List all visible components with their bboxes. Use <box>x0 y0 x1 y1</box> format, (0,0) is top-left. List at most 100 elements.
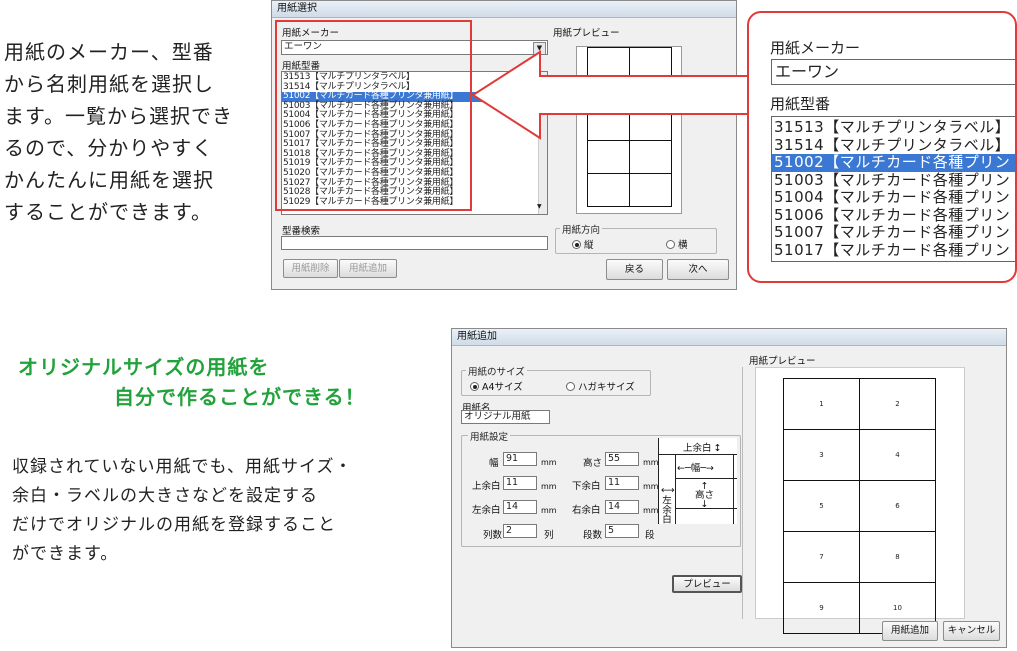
zoom-model-list: 31513【マルチプリンタラベル】 31514【マルチプリンタラベル】 51002【… <box>771 116 1015 262</box>
settings-group-label: 用紙設定 <box>468 429 511 443</box>
unit-label: mm <box>643 506 659 515</box>
zoom-list-item: 51004【マルチカード各種プリン <box>774 188 1011 206</box>
height-input[interactable]: 55 <box>605 452 639 466</box>
rows-unit: 段 <box>645 530 655 541</box>
paper-name-input[interactable]: オリジナル用紙 <box>461 410 550 424</box>
cell-number: 3 <box>819 451 824 459</box>
left-margin-input[interactable]: 14 <box>503 500 537 514</box>
bottom-margin-input[interactable]: 11 <box>605 476 639 490</box>
diagram-width-label: ←─幅─→ <box>677 463 714 474</box>
zoom-maker-label: 用紙メーカー <box>770 39 861 57</box>
cell-number: 7 <box>819 553 824 561</box>
search-label: 型番検索 <box>282 226 321 237</box>
top-margin-label: 上余白 <box>472 481 501 492</box>
size-group-label: 用紙のサイズ <box>466 364 527 378</box>
diagram-hline <box>675 478 737 479</box>
zoom-list-item: 31513【マルチプリンタラベル】 <box>774 118 1011 136</box>
diagram-top-label: 上余白 ↕ <box>683 443 722 454</box>
unit-label: mm <box>541 458 557 467</box>
bottom-margin-label: 下余白 <box>572 481 601 492</box>
preview-cell: 3 <box>783 429 860 481</box>
width-label: 幅 <box>489 458 499 469</box>
zoom-list-item: 51002【マルチカード各種プリン <box>772 153 1015 172</box>
scroll-down-icon[interactable]: ▼ <box>537 203 542 210</box>
width-input[interactable]: 91 <box>503 452 537 466</box>
cell-number: 1 <box>819 400 824 408</box>
zoom-list-item: 51003【マルチカード各種プリン <box>774 170 1011 189</box>
preview-label: 用紙プレビュー <box>553 28 620 39</box>
rows-input[interactable]: 5 <box>605 524 639 538</box>
back-button[interactable]: 戻る <box>606 259 663 280</box>
diagram-height-label: ↑ 高さ ↓ <box>695 481 715 510</box>
portrait-radio[interactable]: 縦 <box>572 237 594 251</box>
rows-label: 段数 <box>583 530 603 541</box>
columns-input[interactable]: 2 <box>503 524 537 538</box>
dialog-title: 用紙選択 <box>272 1 736 18</box>
unit-label: mm <box>643 458 659 467</box>
size-group: 用紙のサイズ A4サイズ ハガキサイズ <box>461 364 651 396</box>
preview-cell: 5 <box>783 480 860 532</box>
columns-unit: 列 <box>544 530 554 541</box>
arrow-updown-icon: ↕ <box>713 443 722 454</box>
add-paper-confirm-button[interactable]: 用紙追加 <box>882 621 938 641</box>
arrow-icon <box>471 50 760 140</box>
delete-paper-button[interactable]: 用紙削除 <box>283 259 338 278</box>
radio-checked-icon <box>572 240 581 249</box>
add-paper-button[interactable]: 用紙追加 <box>339 259 397 278</box>
next-button[interactable]: 次へ <box>667 259 729 280</box>
cell-number: 6 <box>895 502 900 510</box>
preview-cell: 2 <box>859 378 936 430</box>
cell-number: 10 <box>893 604 902 612</box>
diagram-left-label: ⟷ 左余白 <box>660 485 675 524</box>
unit-label: mm <box>541 506 557 515</box>
a4-radio[interactable]: A4サイズ <box>470 379 523 393</box>
left-margin-label: 左余白 <box>472 505 501 516</box>
radio-icon <box>666 240 675 249</box>
diagram-vline <box>675 454 676 524</box>
right-margin-input[interactable]: 14 <box>605 500 639 514</box>
preview-cell <box>587 173 630 207</box>
zoom-list-item: 51006【マルチカード各種プリン <box>774 205 1011 224</box>
right-margin-label: 右余白 <box>572 505 601 516</box>
zoom-maker-field: エーワン <box>771 59 1015 85</box>
diagram-hline <box>659 454 737 455</box>
hagaki-radio[interactable]: ハガキサイズ <box>566 379 635 393</box>
landscape-radio[interactable]: 横 <box>666 237 688 251</box>
unit-label: mm <box>541 482 557 491</box>
add-paper-preview: 1 2 3 4 5 6 7 8 9 10 <box>755 367 965 634</box>
settings-group: 用紙設定 幅 91 mm 高さ 55 mm 上余白 11 mm 下余白 11 m… <box>461 429 741 547</box>
zoom-list-item: 51007【マルチカード各種プリン <box>774 223 1011 241</box>
preview-frame <box>742 367 743 619</box>
preview-cell: 7 <box>783 531 860 583</box>
height-label: 高さ <box>583 458 603 469</box>
preview-cell <box>587 140 630 174</box>
cancel-button[interactable]: キャンセル <box>943 621 1000 641</box>
highlight-box <box>275 20 472 211</box>
zoom-callout: 用紙メーカー エーワン 用紙型番 31513【マルチプリンタラベル】 31514【… <box>747 11 1017 283</box>
cell-number: 8 <box>895 553 900 561</box>
dialog-title: 用紙追加 <box>452 329 1006 346</box>
layout-diagram: 上余白 ↕ ←─幅─→ ↑ 高さ ↓ ⟷ 左余白 <box>658 438 737 524</box>
cell-number: 4 <box>895 451 900 459</box>
radio-icon <box>566 382 575 391</box>
paper-add-dialog: 用紙追加 用紙のサイズ A4サイズ ハガキサイズ 用紙名 オリジナル用紙 用紙設… <box>451 328 1007 648</box>
columns-label: 列数 <box>483 530 503 541</box>
search-input[interactable] <box>281 236 548 250</box>
preview-cell: 8 <box>859 531 936 583</box>
preview-button[interactable]: プレビュー <box>672 575 742 593</box>
zoom-list-item: 31514【マルチプリンタラベル】 <box>774 135 1011 154</box>
zoom-model-label: 用紙型番 <box>770 95 831 113</box>
orientation-label: 用紙方向 <box>560 222 603 236</box>
zoom-list-item: 51017【マルチカード各種プリン <box>774 240 1011 259</box>
cell-number: 5 <box>819 502 824 510</box>
preview-cell: 4 <box>859 429 936 481</box>
top-margin-input[interactable]: 11 <box>503 476 537 490</box>
cell-number: 9 <box>819 604 824 612</box>
diagram-vline <box>733 454 734 524</box>
radio-checked-icon <box>470 382 479 391</box>
orientation-group: 用紙方向 縦 横 <box>555 222 717 254</box>
headline: オリジナルサイズの用紙を 自分で作ることができる！ <box>18 355 366 409</box>
add-preview-label: 用紙プレビュー <box>749 356 816 367</box>
preview-cell: 1 <box>783 378 860 430</box>
unit-label: mm <box>643 482 659 491</box>
